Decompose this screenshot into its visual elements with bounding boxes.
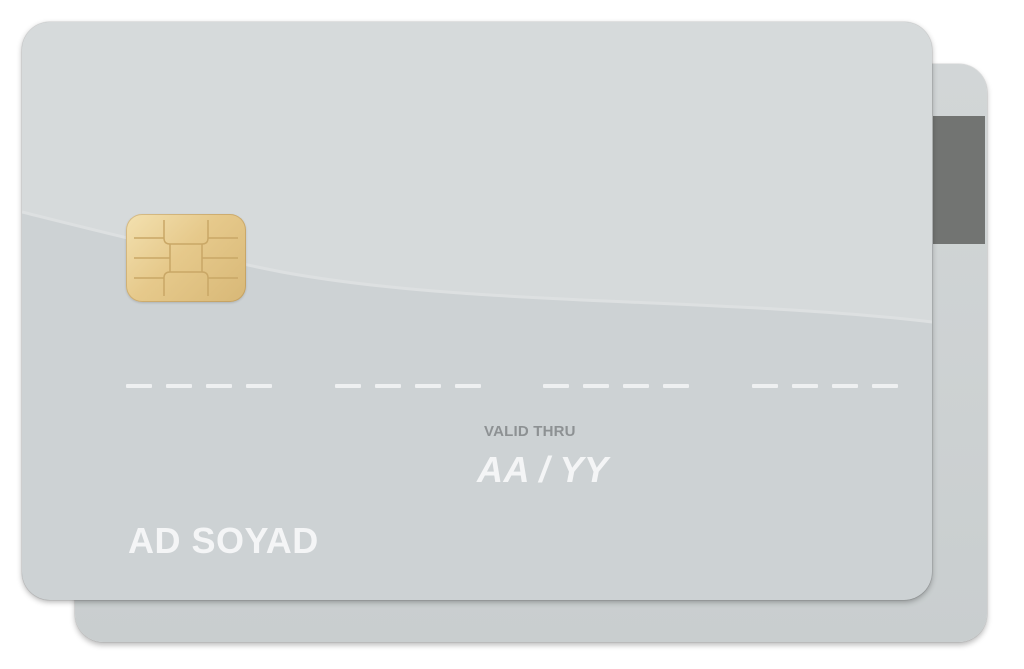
card-gloss bbox=[22, 22, 932, 324]
digit-dash bbox=[454, 384, 481, 388]
digit-dash bbox=[334, 384, 361, 388]
card-number-placeholder bbox=[126, 384, 898, 390]
digit-dash bbox=[623, 384, 650, 388]
magnetic-stripe bbox=[933, 116, 985, 244]
digit-dash bbox=[751, 384, 778, 388]
digit-dash bbox=[831, 384, 858, 388]
card-front: VALID THRU AA / YY AD SOYAD bbox=[22, 22, 932, 600]
digit-dash bbox=[791, 384, 818, 388]
number-group bbox=[126, 384, 272, 390]
digit-dash bbox=[543, 384, 570, 388]
cardholder-name: AD SOYAD bbox=[128, 520, 319, 561]
digit-dash bbox=[126, 384, 152, 388]
digit-dash bbox=[166, 384, 192, 388]
emv-chip-icon bbox=[126, 214, 246, 302]
digit-dash bbox=[414, 384, 441, 388]
number-group bbox=[334, 384, 481, 390]
digit-dash bbox=[246, 384, 272, 388]
number-group bbox=[751, 384, 898, 390]
digit-dash bbox=[871, 384, 898, 388]
digit-dash bbox=[374, 384, 401, 388]
digit-dash bbox=[663, 384, 690, 388]
digit-dash bbox=[206, 384, 232, 388]
digit-dash bbox=[583, 384, 610, 388]
valid-thru-label: VALID THRU bbox=[484, 423, 576, 440]
number-group bbox=[543, 384, 690, 390]
expiry-date: AA / YY bbox=[477, 449, 609, 490]
card-preview: VALID THRU AA / YY AD SOYAD bbox=[0, 0, 1024, 669]
